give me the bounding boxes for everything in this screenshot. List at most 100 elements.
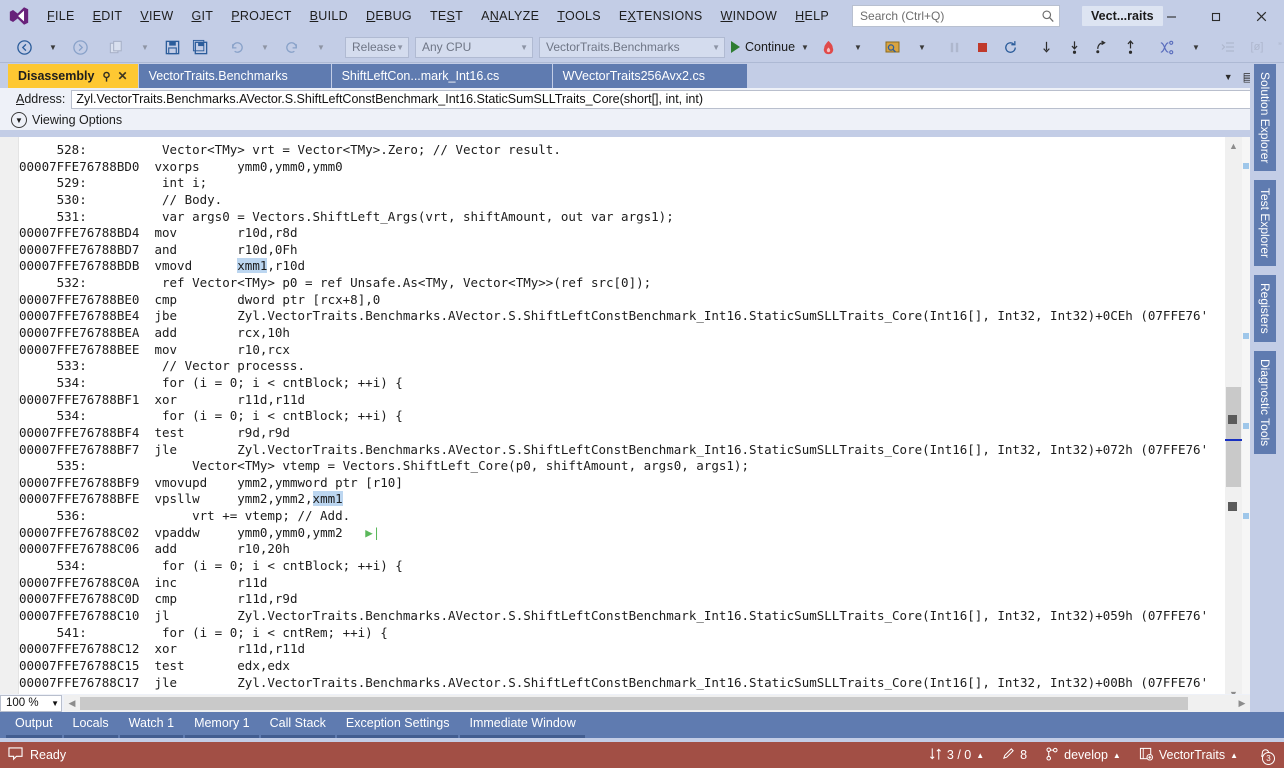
disassembly-instruction-line[interactable]: 00007FFE76788BF9 vmovupd ymm2,ymmword pt…: [19, 475, 1224, 492]
disassembly-instruction-line[interactable]: 00007FFE76788BEE mov r10,rcx: [19, 342, 1224, 359]
step-over-icon[interactable]: [1033, 35, 1061, 59]
vertical-scrollbar[interactable]: ▲ ▼: [1225, 137, 1242, 702]
bottom-tab-watch-1[interactable]: Watch 1: [119, 713, 184, 738]
undo-dropdown[interactable]: ▼: [250, 35, 278, 59]
repository-selector[interactable]: VectorTraits ▲: [1139, 747, 1238, 764]
viewing-options-row[interactable]: ▼ Viewing Options: [0, 110, 1284, 130]
disassembly-instruction-line[interactable]: 00007FFE76788C0A inc r11d: [19, 575, 1224, 592]
disassembly-instruction-line[interactable]: 00007FFE76788C10 jl Zyl.VectorTraits.Ben…: [19, 608, 1224, 625]
disassembly-source-line[interactable]: 541: for (i = 0; i < cntRem; ++i) {: [19, 625, 1224, 642]
tool-tab-diagnostic-tools[interactable]: Diagnostic Tools: [1254, 351, 1276, 455]
undo-icon[interactable]: [222, 35, 250, 59]
menu-item-git[interactable]: GIT: [182, 5, 222, 27]
source-control-changes[interactable]: 3 / 0 ▲: [929, 747, 984, 764]
disassembly-instruction-line[interactable]: 00007FFE76788BE0 cmp dword ptr [rcx+8],0: [19, 292, 1224, 309]
save-icon[interactable]: [158, 35, 186, 59]
disassembly-instruction-line[interactable]: 00007FFE76788BD7 and r10d,0Fh: [19, 242, 1224, 259]
chevron-down-icon[interactable]: ▼: [1224, 72, 1233, 82]
pin-icon[interactable]: ⚲: [102, 70, 110, 83]
threads-icon[interactable]: [1153, 35, 1181, 59]
disassembly-instruction-line[interactable]: 00007FFE76788C15 test edx,edx: [19, 658, 1224, 675]
menu-item-debug[interactable]: DEBUG: [357, 5, 421, 27]
disassembly-source-line[interactable]: 534: for (i = 0; i < cntBlock; ++i) {: [19, 375, 1224, 392]
bottom-tab-exception-settings[interactable]: Exception Settings: [336, 713, 459, 738]
disassembly-instruction-line[interactable]: 00007FFE76788C17 jle Zyl.VectorTraits.Be…: [19, 675, 1224, 692]
horizontal-scroll-track[interactable]: [80, 696, 1234, 711]
bottom-tab-memory-1[interactable]: Memory 1: [185, 713, 259, 738]
tab-vectortraits-benchmarks[interactable]: VectorTraits.Benchmarks: [138, 64, 331, 88]
close-icon[interactable]: ✕: [118, 69, 128, 83]
menu-item-build[interactable]: BUILD: [301, 5, 357, 27]
chevron-down-circle-icon[interactable]: ▼: [11, 112, 27, 128]
disassembly-source-line[interactable]: 530: // Body.: [19, 192, 1224, 209]
menu-item-extensions[interactable]: EXTENSIONS: [610, 5, 712, 27]
step-up-icon[interactable]: [1117, 35, 1145, 59]
breakpoints-dropdown[interactable]: ▼: [907, 35, 935, 59]
bottom-tab-call-stack[interactable]: Call Stack: [260, 713, 335, 738]
restart-icon[interactable]: [997, 35, 1025, 59]
selected-token[interactable]: xmm1: [312, 491, 343, 507]
tool-tab-registers[interactable]: Registers: [1254, 275, 1276, 343]
menu-item-tools[interactable]: TOOLS: [548, 5, 610, 27]
disassembly-source-line[interactable]: 529: int i;: [19, 175, 1224, 192]
navigate-back-dropdown[interactable]: ▼: [38, 35, 66, 59]
disassembly-source-line[interactable]: 535: Vector<TMy> vtemp = Vectors.ShiftLe…: [19, 458, 1224, 475]
new-item-icon[interactable]: [102, 35, 130, 59]
tool-tab-test-explorer[interactable]: Test Explorer: [1254, 180, 1276, 267]
menu-item-test[interactable]: TEST: [421, 5, 472, 27]
bracket-icon[interactable]: [ø]: [1243, 35, 1271, 59]
disassembly-instruction-line[interactable]: 00007FFE76788C02 vpaddw ymm0,ymm0,ymm2 ▶…: [19, 525, 1224, 542]
disassembly-source-line[interactable]: 534: for (i = 0; i < cntBlock; ++i) {: [19, 408, 1224, 425]
notifications-button[interactable]: 3: [1256, 746, 1275, 765]
breakpoints-window-icon[interactable]: [879, 35, 907, 59]
scroll-up-arrow[interactable]: ▲: [1225, 137, 1242, 154]
restore-button[interactable]: [1194, 0, 1239, 32]
hot-reload-icon[interactable]: [815, 35, 843, 59]
bottom-tab-locals[interactable]: Locals: [63, 713, 118, 738]
chevron-down-icon[interactable]: ▼: [801, 43, 809, 52]
menu-item-view[interactable]: VIEW: [131, 5, 182, 27]
break-all-icon[interactable]: [941, 35, 969, 59]
disassembly-source-line[interactable]: 528: Vector<TMy> vrt = Vector<TMy>.Zero;…: [19, 142, 1224, 159]
indicator-margin[interactable]: [0, 137, 19, 702]
continue-button[interactable]: Continue ▼: [728, 35, 815, 59]
scroll-left-arrow[interactable]: ◀: [64, 698, 80, 709]
disassembly-instruction-line[interactable]: 00007FFE76788BEA add rcx,10h: [19, 325, 1224, 342]
address-input[interactable]: Zyl.VectorTraits.Benchmarks.AVector.S.Sh…: [71, 89, 1280, 109]
search-input[interactable]: Search (Ctrl+Q): [852, 5, 1061, 27]
pending-changes[interactable]: 8: [1002, 747, 1027, 763]
new-item-dropdown[interactable]: ▼: [130, 35, 158, 59]
redo-icon[interactable]: [278, 35, 306, 59]
tab-shiftleftconstbenchmark-int16-cs[interactable]: ShiftLeftCon...mark_Int16.cs: [331, 64, 552, 88]
threads-dropdown[interactable]: ▼: [1181, 35, 1209, 59]
minimize-button[interactable]: [1149, 0, 1194, 32]
disassembly-instruction-line[interactable]: 00007FFE76788BF7 jle Zyl.VectorTraits.Be…: [19, 442, 1224, 459]
disassembly-instruction-line[interactable]: 00007FFE76788C12 xor r11d,r11d: [19, 641, 1224, 658]
disassembly-instruction-line[interactable]: 00007FFE76788BDB vmovd xmm1,r10d: [19, 258, 1224, 275]
step-into-icon[interactable]: [1061, 35, 1089, 59]
stop-debugging-icon[interactable]: [969, 35, 997, 59]
zoom-level-combo[interactable]: 100 % ▼: [0, 694, 62, 712]
tab-wvectortraits256avx2-cs[interactable]: WVectorTraits256Avx2.cs: [552, 64, 747, 88]
selected-token[interactable]: xmm1: [237, 258, 268, 274]
menu-item-project[interactable]: PROJECT: [222, 5, 300, 27]
redo-dropdown[interactable]: ▼: [306, 35, 334, 59]
disassembly-source-line[interactable]: 534: for (i = 0; i < cntBlock; ++i) {: [19, 558, 1224, 575]
menu-item-window[interactable]: WINDOW: [711, 5, 786, 27]
configuration-combo[interactable]: Release ▼: [345, 36, 409, 58]
scroll-right-arrow[interactable]: ▶: [1234, 698, 1250, 709]
startup-project-combo[interactable]: VectorTraits.Benchmarks ▼: [539, 36, 725, 58]
menu-item-help[interactable]: HELP: [786, 5, 838, 27]
disassembly-instruction-line[interactable]: 00007FFE76788BF4 test r9d,r9d: [19, 425, 1224, 442]
disassembly-source-line[interactable]: 532: ref Vector<TMy> p0 = ref Unsafe.As<…: [19, 275, 1224, 292]
menu-item-file[interactable]: FFILEILE: [38, 5, 84, 27]
disassembly-code-area[interactable]: 528: Vector<TMy> vrt = Vector<TMy>.Zero;…: [19, 137, 1224, 702]
disassembly-source-line[interactable]: 533: // Vector processs.: [19, 358, 1224, 375]
disassembly-instruction-line[interactable]: 00007FFE76788C0D cmp r11d,r9d: [19, 591, 1224, 608]
tool-tab-solution-explorer[interactable]: Solution Explorer: [1254, 64, 1276, 172]
bottom-tab-output[interactable]: Output: [6, 713, 62, 738]
navigate-forward-icon[interactable]: [66, 35, 94, 59]
close-button[interactable]: [1239, 0, 1284, 32]
disassembly-instruction-line[interactable]: 00007FFE76788BF1 xor r11d,r11d: [19, 392, 1224, 409]
disassembly-instruction-line[interactable]: 00007FFE76788BE4 jbe Zyl.VectorTraits.Be…: [19, 308, 1224, 325]
